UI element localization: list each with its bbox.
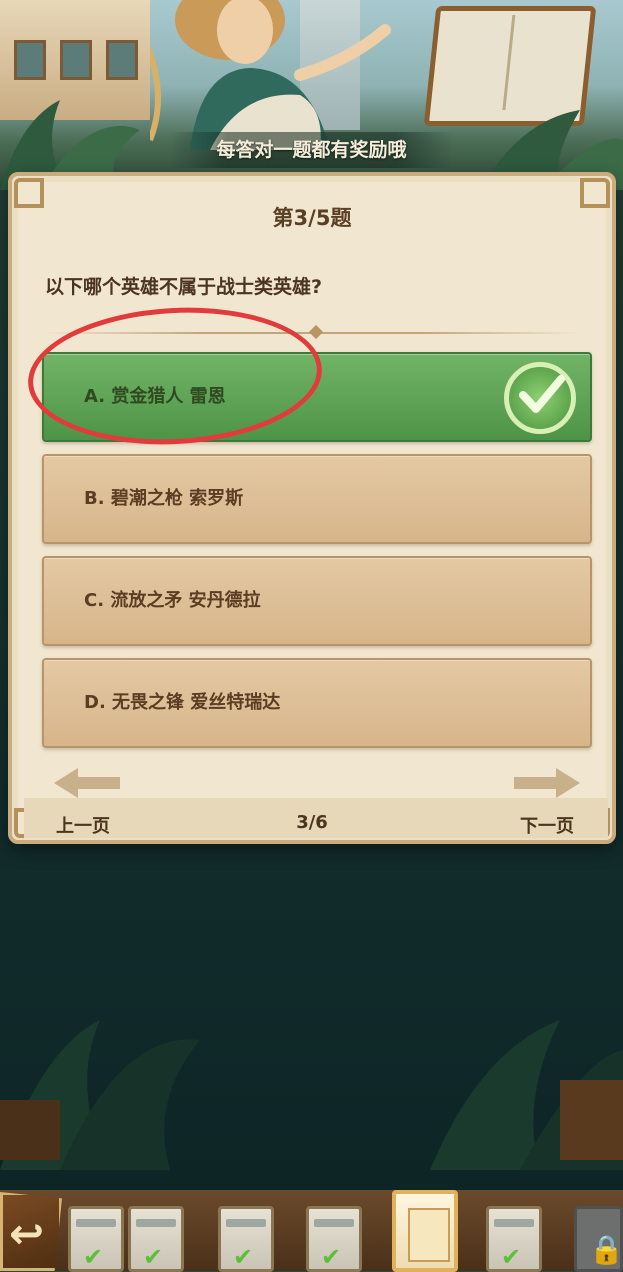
option-label: C. 流放之矛 安丹德拉 — [84, 590, 261, 611]
check-icon: ✔ — [233, 1243, 254, 1271]
check-icon: ✔ — [83, 1243, 104, 1271]
divider-ornament — [308, 324, 324, 340]
card-stripe — [136, 1219, 176, 1227]
card-stripe — [314, 1219, 354, 1227]
question-card-locked[interactable]: 🔒 — [574, 1206, 623, 1272]
next-arrow-icon[interactable] — [512, 766, 582, 800]
card-stripe — [494, 1219, 534, 1227]
quiz-panel: 第3/5题 以下哪个英雄不属于战士类英雄? A. 赏金猎人 雷恩 B. 碧潮之枪… — [8, 172, 616, 844]
question-card-2[interactable]: ✔ — [128, 1206, 184, 1272]
lock-icon: 🔒 — [589, 1233, 623, 1266]
check-icon: ✔ — [501, 1243, 522, 1271]
check-icon — [504, 362, 576, 434]
next-page-button[interactable]: 下一页 — [520, 812, 574, 838]
question-card-4[interactable]: ✔ — [306, 1206, 362, 1272]
option-c[interactable]: C. 流放之矛 安丹德拉 — [42, 556, 592, 646]
reward-banner: 每答对一题都有奖励哦 — [170, 132, 453, 168]
question-text: 以下哪个英雄不属于战士类英雄? — [45, 276, 323, 298]
option-d[interactable]: D. 无畏之锋 爱丝特瑞达 — [42, 658, 592, 748]
jungle-background — [0, 1020, 623, 1170]
option-label: D. 无畏之锋 爱丝特瑞达 — [84, 692, 281, 713]
option-b[interactable]: B. 碧潮之枪 索罗斯 — [42, 454, 592, 544]
question-card-1[interactable]: ✔ — [68, 1206, 124, 1272]
question-counter: 第3/5题 — [272, 206, 352, 230]
back-button[interactable]: ↩ — [0, 1192, 62, 1271]
question-card-6[interactable]: ✔ — [486, 1206, 542, 1272]
check-icon: ✔ — [321, 1243, 342, 1271]
prev-arrow-icon[interactable] — [52, 766, 122, 800]
check-icon: ✔ — [143, 1243, 164, 1271]
card-stripe — [226, 1219, 266, 1227]
document-icon — [408, 1208, 450, 1262]
option-label: B. 碧潮之枪 索罗斯 — [84, 488, 244, 509]
card-stripe — [76, 1219, 116, 1227]
question-card-current[interactable] — [392, 1190, 458, 1272]
question-card-3[interactable]: ✔ — [218, 1206, 274, 1272]
back-arrow-icon: ↩ — [9, 1209, 45, 1258]
